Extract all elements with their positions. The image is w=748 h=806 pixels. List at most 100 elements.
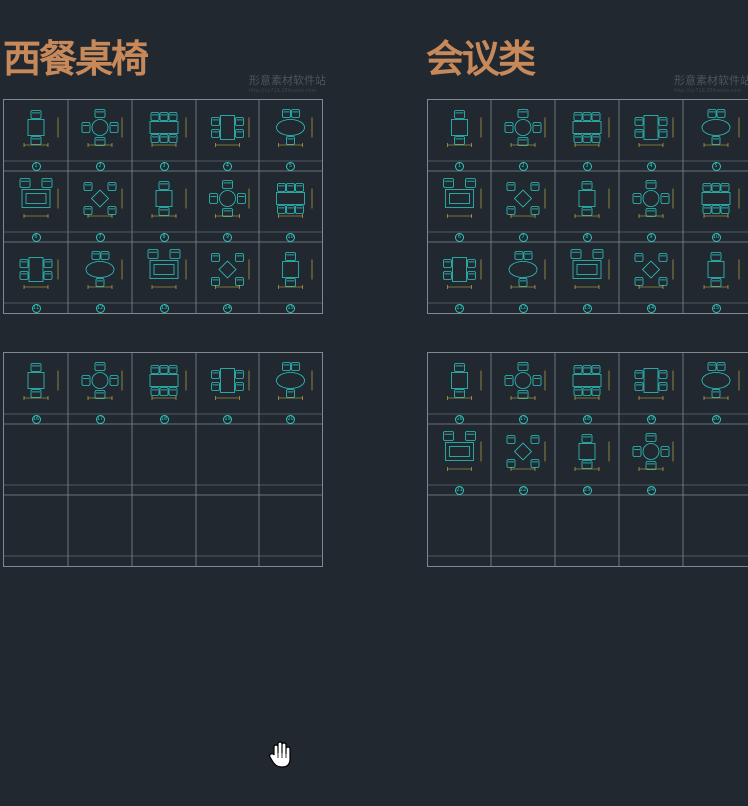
right-top-cell[interactable]: 3 [555,100,619,171]
item-number: 7 [95,232,105,242]
left-bottom-cell[interactable] [196,424,259,495]
left-top-cell[interactable]: 15 [259,242,322,313]
left-top-cell[interactable]: 7 [68,171,132,242]
right-bottom-table[interactable]: 16 17 18 19 20 21 22 23 24 [427,352,748,567]
right-bottom-cell[interactable] [683,424,748,495]
item-number: 14 [223,303,232,313]
left-watermark-url: http://xy718.28ikaoao.com [249,88,317,94]
left-title: 西餐桌椅 [3,37,149,81]
right-top-cell[interactable]: 13 [555,242,619,313]
left-top-cell[interactable]: 3 [132,100,196,171]
right-top-cell[interactable]: 9 [619,171,683,242]
item-number: 23 [582,485,592,495]
right-top-cell[interactable]: 15 [683,242,748,313]
right-top-cell[interactable]: 4 [619,100,683,171]
right-bottom-cell[interactable]: 20 [683,353,748,424]
left-top-cell[interactable]: 6 [4,171,68,242]
left-top-cell[interactable]: 1 [4,100,68,171]
right-bottom-cell[interactable]: 16 [428,353,491,424]
left-bottom-cell[interactable] [132,424,196,495]
left-top-cell[interactable]: 2 [68,100,132,171]
left-bottom-cell[interactable] [196,495,259,566]
right-bottom-cell[interactable]: 17 [491,353,555,424]
item-number: 17 [95,414,105,424]
right-top-cell[interactable]: 6 [428,171,491,242]
furniture-symbol-icon [147,249,187,289]
right-top-cell[interactable]: 2 [491,100,555,171]
left-bottom-cell[interactable] [4,424,68,495]
item-number: 17 [518,414,528,424]
item-number: 8 [159,232,169,242]
item-number: 15 [711,303,721,313]
right-top-cell[interactable]: 7 [491,171,555,242]
right-top-cell[interactable]: 1 [428,100,491,171]
right-bottom-cell[interactable]: 23 [555,424,619,495]
right-top-cell[interactable]: 14 [619,242,683,313]
left-top-cell[interactable]: 11 [4,242,68,313]
right-bottom-cell[interactable]: 24 [619,424,683,495]
left-top-cell[interactable]: 12 [68,242,132,313]
right-bottom-cell[interactable]: 18 [555,353,619,424]
item-number: 20 [711,414,721,424]
left-bottom-cell[interactable]: 19 [196,353,259,424]
left-top-cell[interactable]: 10 [259,171,322,242]
furniture-symbol-icon [447,363,482,400]
right-bottom-cell[interactable]: 22 [491,424,555,495]
left-bottom-cell[interactable]: 18 [132,353,196,424]
furniture-symbol-icon [19,178,59,218]
furniture-symbol-icon [211,253,250,289]
item-number: 5 [286,161,295,171]
right-bottom-cell[interactable] [555,495,619,566]
furniture-symbol-icon [211,368,250,400]
right-top-table[interactable]: 1 2 3 4 5 6 7 8 9 10 11 12 13 14 15 [427,99,748,314]
item-number: 16 [31,414,41,424]
right-bottom-cell[interactable] [683,495,748,566]
furniture-symbol-icon [504,362,546,400]
left-top-cell[interactable]: 13 [132,242,196,313]
right-watermark-url: http://xy718.28ikaoao.com [674,88,742,94]
left-top-cell[interactable]: 5 [259,100,322,171]
right-bottom-cell[interactable] [619,495,683,566]
left-bottom-table[interactable]: 16 17 18 19 20 [3,352,323,567]
furniture-symbol-icon [23,110,59,147]
right-bottom-cell[interactable]: 21 [428,424,491,495]
left-bottom-cell[interactable]: 17 [68,353,132,424]
right-top-cell[interactable]: 12 [491,242,555,313]
right-bottom-cell[interactable] [428,495,491,566]
left-bottom-cell[interactable] [132,495,196,566]
left-top-cell[interactable]: 8 [132,171,196,242]
left-bottom-cell[interactable] [4,495,68,566]
left-top-table[interactable]: 1 2 3 4 5 6 7 8 9 10 11 12 13 14 15 [3,99,323,314]
furniture-symbol-icon [81,109,123,147]
left-bottom-cell[interactable] [259,424,322,495]
item-number: 2 [518,161,528,171]
right-top-cell[interactable]: 10 [683,171,748,242]
item-number: 11 [31,303,41,313]
left-bottom-cell[interactable]: 16 [4,353,68,424]
furniture-symbol-icon [634,115,674,147]
left-top-cell[interactable]: 9 [196,171,259,242]
item-number: 1 [455,161,464,171]
furniture-symbol-icon [151,181,187,218]
right-top-cell[interactable]: 5 [683,100,748,171]
left-bottom-cell[interactable] [259,495,322,566]
item-number: 15 [286,303,295,313]
left-bottom-cell[interactable] [68,424,132,495]
furniture-symbol-icon [570,249,610,289]
right-bottom-cell[interactable]: 19 [619,353,683,424]
left-bottom-cell[interactable]: 20 [259,353,322,424]
left-top-cell[interactable]: 4 [196,100,259,171]
right-bottom-cell[interactable] [491,495,555,566]
item-number: 4 [646,161,656,171]
furniture-symbol-icon [701,183,740,218]
furniture-symbol-icon [632,180,674,218]
left-top-cell[interactable]: 14 [196,242,259,313]
left-bottom-cell[interactable] [68,495,132,566]
item-number: 7 [518,232,528,242]
item-number: 20 [286,414,295,424]
right-top-cell[interactable]: 11 [428,242,491,313]
right-watermark-text: 形意素材软件站 [674,74,748,87]
furniture-symbol-icon [209,180,250,218]
item-number: 16 [455,414,464,424]
right-top-cell[interactable]: 8 [555,171,619,242]
